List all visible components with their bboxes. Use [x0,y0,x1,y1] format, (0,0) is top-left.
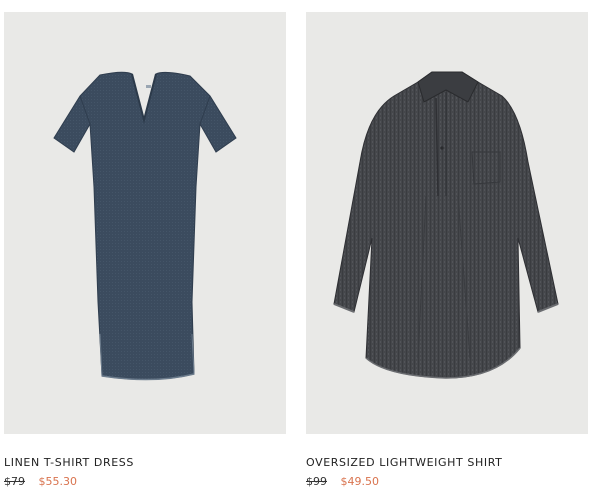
product-prices: $99 $49.50 [306,475,379,488]
product-title[interactable]: OVERSIZED LIGHTWEIGHT SHIRT [306,456,503,469]
product-prices: $79 $55.30 [4,475,77,488]
oversized-shirt-icon [333,71,559,379]
tshirt-dress-icon [53,71,237,381]
product-image[interactable] [4,12,286,434]
product-image[interactable] [306,12,588,434]
sale-price: $49.50 [340,475,380,488]
sale-price: $55.30 [38,475,78,488]
product-grid: LINEN T-SHIRT DRESS $79 $55.30 OVERSIZED… [0,0,592,488]
original-price: $99 [306,475,327,488]
product-card[interactable]: OVERSIZED LIGHTWEIGHT SHIRT $99 $49.50 [306,12,588,488]
product-card[interactable]: LINEN T-SHIRT DRESS $79 $55.30 [4,12,286,488]
product-title[interactable]: LINEN T-SHIRT DRESS [4,456,134,469]
original-price: $79 [4,475,25,488]
